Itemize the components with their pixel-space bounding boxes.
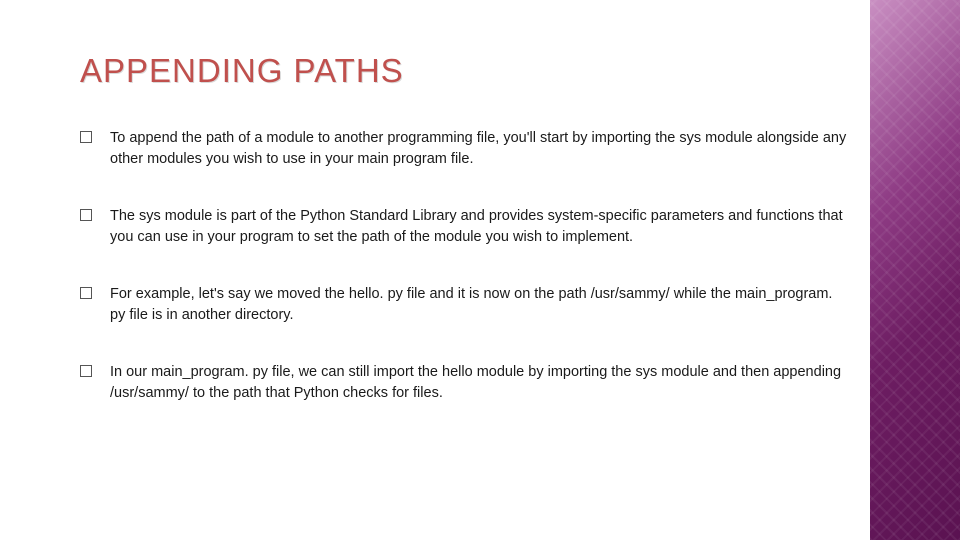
list-item: For example, let's say we moved the hell… (80, 284, 850, 326)
list-item: To append the path of a module to anothe… (80, 128, 850, 170)
list-item: In our main_program. py file, we can sti… (80, 362, 850, 404)
slide-content: APPENDING PATHS To append the path of a … (0, 0, 870, 540)
decorative-sidebar (870, 0, 960, 540)
list-item: The sys module is part of the Python Sta… (80, 206, 850, 248)
bullet-list: To append the path of a module to anothe… (80, 128, 850, 404)
slide-title: APPENDING PATHS (80, 52, 850, 90)
